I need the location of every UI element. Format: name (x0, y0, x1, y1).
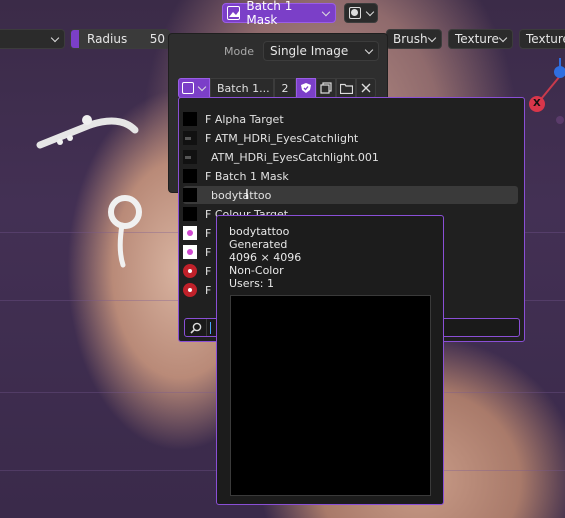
tooltip-colorspace: Non-Color (229, 264, 284, 277)
batch-mask-button[interactable]: Batch 1 Mask (222, 0, 336, 27)
image-thumbnail (183, 226, 197, 240)
list-item-label: bodytattoo (211, 188, 272, 202)
list-item-label: ATM_HDRi_EyesCatchlight.001 (211, 150, 379, 164)
navigation-gizmo[interactable] (526, 58, 565, 128)
image-thumbnail (183, 131, 197, 145)
texture-dropdown[interactable]: Texture (448, 29, 513, 49)
image-thumbnail (183, 207, 197, 221)
radius-slider[interactable]: Radius 50 (70, 29, 170, 49)
chevron-down-icon (365, 7, 375, 16)
image-name: Batch 1... (217, 81, 270, 95)
image-icon (182, 82, 194, 94)
list-item-label: F (205, 283, 212, 297)
text-cursor (210, 321, 211, 334)
browse-image-button[interactable] (178, 78, 210, 98)
users-count[interactable]: 2 (274, 78, 296, 98)
open-file-button[interactable] (336, 78, 356, 98)
tooltip-users: Users: 1 (229, 277, 275, 290)
list-item-label: F (205, 245, 212, 259)
list-item[interactable]: F Batch 1 Mask (183, 167, 518, 185)
brush-dropdown[interactable]: Brush (386, 29, 442, 49)
image-thumbnail (183, 264, 197, 278)
unlink-button[interactable] (356, 78, 376, 98)
list-item-label: F Batch 1 Mask (205, 169, 289, 183)
chevron-down-icon (427, 33, 437, 42)
list-item[interactable]: F ATM_HDRi_EyesCatchlight (183, 129, 518, 147)
list-item-label: F Alpha Target (205, 112, 284, 126)
earring-shapes (36, 115, 142, 268)
list-item[interactable]: F Alpha Target (183, 110, 518, 128)
duplicate-button[interactable] (316, 78, 336, 98)
list-item[interactable]: ATM_HDRi_EyesCatchlight.001 (183, 148, 518, 166)
overlay-mode-button[interactable] (344, 3, 378, 23)
tooltip-name: bodytattoo (229, 225, 290, 238)
radius-fill (71, 30, 79, 48)
x-axis-label: X (533, 98, 541, 109)
tooltip-source: Generated (229, 238, 288, 251)
fake-user-button[interactable] (296, 78, 316, 98)
duplicate-icon (320, 82, 332, 94)
tooltip-resolution: 4096 × 4096 (229, 251, 302, 264)
image-thumbnail (183, 150, 197, 164)
shield-icon (301, 83, 311, 93)
list-item-hovered[interactable]: bodytattoo (183, 186, 518, 204)
chevron-down-icon (50, 33, 60, 42)
image-thumbnail (183, 169, 197, 183)
image-preview (230, 295, 431, 496)
users-count-value: 2 (281, 81, 289, 95)
mode-select[interactable]: Single Image (263, 41, 379, 61)
overlay-icon (349, 7, 361, 19)
brush-label: Brush (393, 32, 428, 46)
close-icon (361, 83, 371, 93)
image-name-field[interactable]: Batch 1... (210, 78, 274, 98)
chevron-down-icon (197, 82, 207, 91)
texture-label: Texture (455, 32, 499, 46)
texture-label-2: Texture (526, 32, 565, 46)
folder-icon (339, 83, 353, 94)
list-item-label: F (205, 264, 212, 278)
image-selector-row: Batch 1... 2 (178, 78, 378, 98)
mode-label: Mode (224, 45, 254, 58)
mouse-cursor: I (245, 188, 249, 203)
image-thumbnail (183, 112, 197, 126)
search-icon (185, 319, 207, 336)
image-thumbnail (183, 245, 197, 259)
mode-value: Single Image (270, 44, 349, 58)
radius-label: Radius (87, 32, 128, 46)
texture-dropdown-2[interactable]: Texture (519, 29, 565, 49)
radius-value: 50 (149, 32, 165, 46)
batch-mask-label: Batch 1 Mask (246, 0, 293, 27)
list-item-label: F (205, 226, 212, 240)
image-thumbnail (183, 283, 197, 297)
chevron-down-icon (364, 45, 374, 54)
chevron-down-icon (498, 33, 508, 42)
list-item-label: F ATM_HDRi_EyesCatchlight (205, 131, 359, 145)
image-thumbnail (183, 188, 197, 202)
mode-dropdown-left[interactable] (0, 29, 65, 49)
image-tooltip: bodytattoo Generated 4096 × 4096 Non-Col… (216, 215, 444, 505)
image-icon (227, 6, 241, 20)
